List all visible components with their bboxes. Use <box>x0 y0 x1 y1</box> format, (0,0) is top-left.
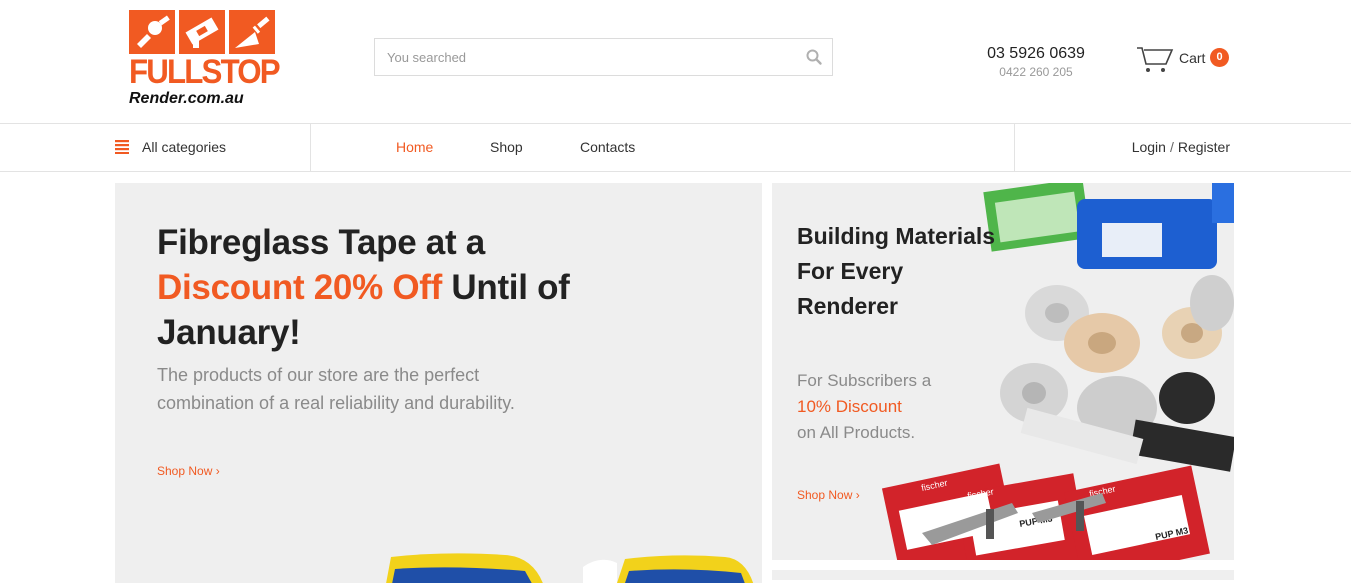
float-icon <box>179 10 225 54</box>
menu-icon <box>115 140 129 155</box>
side-desc-line3: on All Products. <box>797 423 916 442</box>
tape-product-image <box>386 553 754 583</box>
phone-number-secondary[interactable]: 0422 260 205 <box>986 65 1086 79</box>
hero-title-accent: Discount 20% Off <box>157 268 442 307</box>
hero-title: Fibreglass Tape at a Discount 20% Off Un… <box>157 220 627 355</box>
login-link[interactable]: Login <box>1132 139 1166 155</box>
account-separator: / <box>1169 139 1174 155</box>
nav-link-contacts[interactable]: Contacts <box>580 139 635 155</box>
logo-wordmark: FULLSTOP <box>129 53 281 91</box>
main-navigation: All categories Home Shop Contacts Login /… <box>0 123 1351 172</box>
search-icon[interactable] <box>805 48 823 66</box>
side-banner-description: For Subscribers a 10% Discount on All Pr… <box>797 368 997 446</box>
hero-description: The products of our store are the perfec… <box>157 365 515 413</box>
nav-link-shop[interactable]: Shop <box>490 139 523 155</box>
all-categories-button[interactable]: All categories <box>114 124 311 171</box>
search-box <box>374 38 833 76</box>
logo-subtitle: Render.com.au <box>129 90 244 107</box>
cart-button[interactable]: Cart 0 <box>1136 44 1231 74</box>
side-desc-line1: For Subscribers a <box>797 371 932 390</box>
hero-title-line1: Fibreglass Tape at a <box>157 223 485 262</box>
site-header: FULLSTOP Render.com.au 03 5926 0639 0422… <box>0 0 1351 124</box>
trowel-icon <box>229 10 275 54</box>
account-links: Login / Register <box>1014 124 1234 171</box>
site-logo[interactable]: FULLSTOP Render.com.au <box>129 10 281 110</box>
hero-shop-now-link[interactable]: Shop Now › <box>157 464 220 478</box>
spray-gun-icon <box>129 10 175 54</box>
search-input[interactable] <box>375 39 795 75</box>
next-banner-edge <box>772 570 1234 580</box>
register-link[interactable]: Register <box>1178 139 1230 155</box>
side-banner[interactable]: fischer fischer fischer PUP M3 PUP M3 Bu… <box>772 183 1234 560</box>
side-banner-title: Building Materials For Every Renderer <box>797 223 996 319</box>
cart-label: Cart <box>1179 50 1206 66</box>
side-desc-accent: 10% Discount <box>797 397 902 416</box>
cart-icon <box>1136 44 1176 74</box>
side-shop-now-link[interactable]: Shop Now › <box>797 488 860 502</box>
nav-link-home[interactable]: Home <box>396 139 433 155</box>
hero-banner[interactable]: Fibreglass Tape at a Discount 20% Off Un… <box>115 183 762 583</box>
phone-number[interactable]: 03 5926 0639 <box>986 45 1086 63</box>
cart-count-badge: 0 <box>1210 48 1229 67</box>
logo-tiles <box>129 10 275 54</box>
all-categories-label: All categories <box>142 139 227 155</box>
